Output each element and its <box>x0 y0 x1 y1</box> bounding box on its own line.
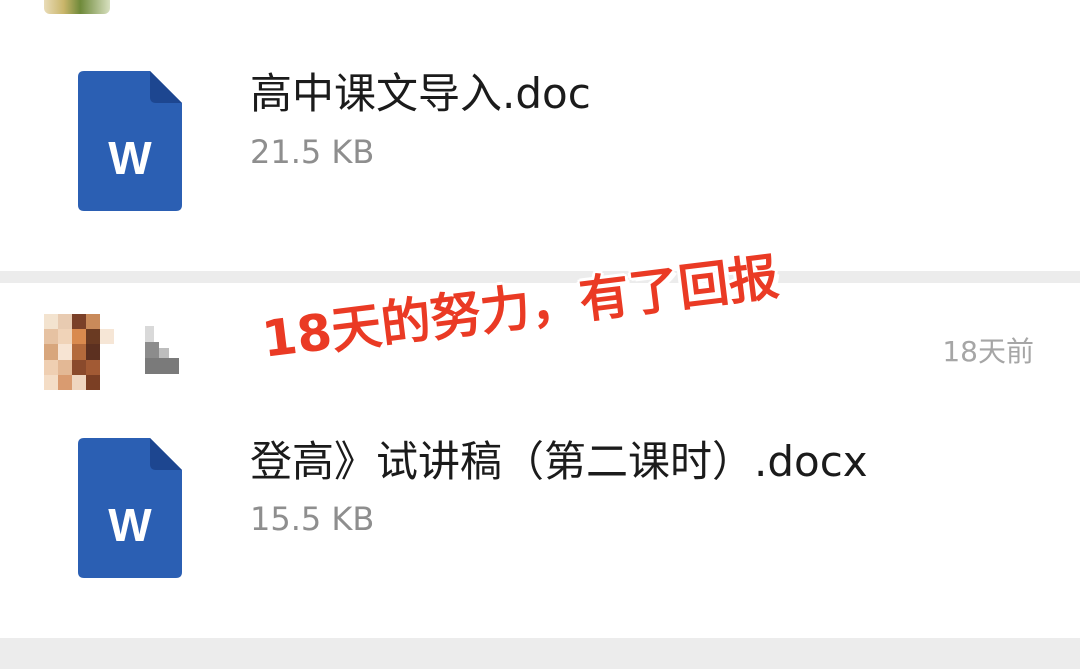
message-time: 18天前 <box>942 335 1034 368</box>
separator <box>0 638 1080 669</box>
file-size: 21.5 KB <box>250 133 375 171</box>
word-document-icon[interactable]: W <box>78 71 182 211</box>
file-size: 15.5 KB <box>250 500 375 538</box>
file-name[interactable]: 登高》试讲稿（第二课时）.docx <box>250 428 868 489</box>
sender-avatar[interactable] <box>44 314 114 390</box>
word-document-icon[interactable]: W <box>78 438 182 578</box>
word-letter: W <box>108 132 152 184</box>
sender-avatar[interactable] <box>44 0 110 14</box>
sender-name-mosaic <box>145 326 179 374</box>
file-name[interactable]: 高中课文导入.doc <box>250 60 591 121</box>
word-letter: W <box>108 499 152 551</box>
message-card-1[interactable]: W 高中课文导入.doc 21.5 KB <box>0 0 1080 271</box>
